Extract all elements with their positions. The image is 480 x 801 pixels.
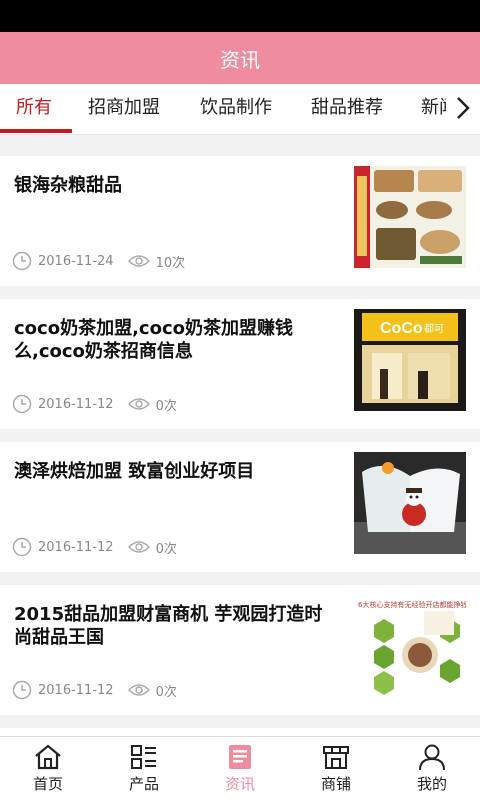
article-thumbnail: CoCo 都可 <box>354 309 466 411</box>
title-bar: 资讯 <box>0 32 480 84</box>
article-title: 银海杂粮甜品 <box>14 175 122 196</box>
home-icon <box>35 744 61 770</box>
nav-products[interactable]: 产品 <box>96 737 192 801</box>
article-thumbnail: 6大核心支持有无经验开店都能挣钱 <box>354 595 466 697</box>
nav-home-label: 首页 <box>32 775 63 793</box>
article-title: 2015甜品加盟财富商机 芋观园打造时尚甜品王国 <box>14 604 323 648</box>
grid-list-icon <box>131 745 156 769</box>
nav-news[interactable]: 资讯 <box>192 737 288 801</box>
nav-shops-label: 商铺 <box>320 775 351 793</box>
article-date: 2016-11-12 <box>38 539 114 555</box>
tab-all[interactable]: 所有 <box>16 84 52 132</box>
article-title: coco奶茶加盟,coco奶茶加盟赚钱么,coco奶茶招商信息 <box>14 318 293 362</box>
clock-icon <box>12 680 32 700</box>
tab-franchise[interactable]: 招商加盟 <box>88 84 160 132</box>
list-item[interactable]: 2015甜品加盟财富商机 芋观园打造时尚甜品王国 2016-11-12 0次 6… <box>0 585 480 715</box>
list-item[interactable]: 银海杂粮甜品 2016-11-24 10次 <box>0 156 480 286</box>
clock-icon <box>12 251 32 271</box>
list-item[interactable]: coco奶茶加盟,coco奶茶加盟赚钱么,coco奶茶招商信息 2016-11-… <box>0 299 480 429</box>
chevron-right-icon <box>457 97 470 119</box>
bottom-navigation: 首页 产品 资讯 商铺 我的 <box>0 736 480 801</box>
news-icon <box>229 745 251 769</box>
nav-home[interactable]: 首页 <box>0 737 96 801</box>
list-item-partial <box>0 728 480 736</box>
tab-drink-making[interactable]: 饮品制作 <box>200 84 272 132</box>
tab-dessert-recommend[interactable]: 甜品推荐 <box>311 84 383 132</box>
nav-news-label: 资讯 <box>224 775 255 793</box>
nav-shops[interactable]: 商铺 <box>288 737 384 801</box>
coco-sign-text: CoCo <box>380 320 423 337</box>
article-views: 0次 <box>155 398 177 414</box>
eye-icon <box>127 253 150 269</box>
eye-icon <box>127 682 150 698</box>
eye-icon <box>127 539 150 555</box>
article-meta: 2016-11-12 0次 <box>12 393 177 415</box>
nav-me[interactable]: 我的 <box>384 737 480 801</box>
article-thumbnail <box>354 452 466 554</box>
active-tab-indicator <box>0 129 72 133</box>
promo-banner-text: 6大核心支持有无经验开店都能挣钱 <box>358 600 466 609</box>
clock-icon <box>12 537 32 557</box>
article-views: 0次 <box>155 541 177 557</box>
tabs-scroll-right-button[interactable] <box>446 84 480 132</box>
article-meta: 2016-11-24 10次 <box>12 250 185 272</box>
article-meta: 2016-11-12 0次 <box>12 536 177 558</box>
article-views: 0次 <box>155 684 177 700</box>
nav-products-label: 产品 <box>128 775 159 793</box>
article-views: 10次 <box>155 255 186 271</box>
nav-me-label: 我的 <box>416 775 447 793</box>
article-date: 2016-11-12 <box>38 396 114 412</box>
coco-sign-subtext: 都可 <box>424 323 444 335</box>
article-thumbnail <box>354 166 466 268</box>
category-tabs: 所有 招商加盟 饮品制作 甜品推荐 新闻 <box>0 84 480 135</box>
article-date: 2016-11-12 <box>38 682 114 698</box>
page-title: 资讯 <box>220 47 260 72</box>
article-title: 澳泽烘焙加盟 致富创业好项目 <box>14 461 255 482</box>
clock-icon <box>12 394 32 414</box>
status-bar <box>0 0 480 32</box>
list-item[interactable]: 澳泽烘焙加盟 致富创业好项目 2016-11-12 0次 <box>0 442 480 572</box>
article-date: 2016-11-24 <box>38 253 114 269</box>
store-icon <box>323 746 349 769</box>
eye-icon <box>127 396 150 412</box>
user-icon <box>419 744 445 771</box>
article-meta: 2016-11-12 0次 <box>12 679 177 701</box>
